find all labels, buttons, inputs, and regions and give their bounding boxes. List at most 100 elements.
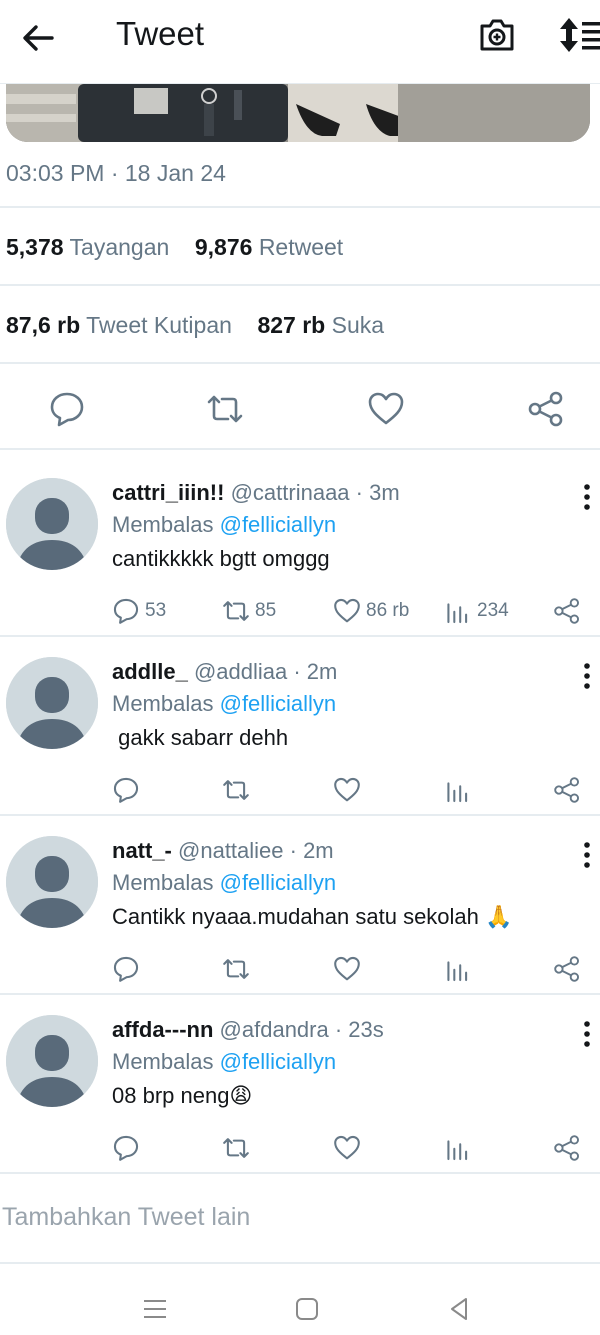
views-stat[interactable]: 5,378 Tayangan: [6, 234, 169, 260]
avatar[interactable]: [6, 836, 98, 928]
quotes-label: Tweet Kutipan: [86, 312, 232, 338]
reply-action-bar: [0, 1127, 600, 1167]
reply-icon[interactable]: [48, 390, 86, 428]
avatar[interactable]: [6, 478, 98, 570]
reply-author-name[interactable]: affda---nn: [112, 1017, 213, 1042]
retweet-icon: [223, 601, 249, 621]
retweet-icon: [223, 959, 249, 979]
reply-button[interactable]: 53: [112, 596, 166, 626]
mention-link[interactable]: @felliciallyn: [220, 870, 336, 895]
reply-button[interactable]: [112, 954, 140, 984]
reply-button[interactable]: [112, 1133, 140, 1163]
mention-link[interactable]: @fellicially​n: [220, 512, 336, 537]
replying-to: Membalas @felliciallyn: [112, 691, 336, 717]
reply-count: 53: [145, 600, 167, 621]
system-nav-bar: [0, 1262, 600, 1335]
analytics-bars-icon: [447, 961, 468, 982]
analytics-bars-icon: [447, 782, 468, 803]
reply-text: gakk sabarr dehh: [112, 725, 289, 750]
more-options-icon[interactable]: [576, 482, 598, 512]
analytics-bars-icon: [447, 603, 468, 624]
retweet-button[interactable]: [222, 775, 250, 805]
likes-stat[interactable]: 827 rb Suka: [257, 312, 384, 338]
divider: [0, 448, 600, 450]
divider: [0, 284, 600, 286]
views-button[interactable]: [444, 1133, 472, 1163]
reply-author-handle: @afdandra · 23s: [219, 1017, 384, 1042]
reply-action-bar: [0, 948, 600, 988]
reply-item[interactable]: cattri_iiin!! @cattrinaaa · 3m Membalas …: [0, 458, 600, 637]
sort-icon[interactable]: [558, 14, 600, 56]
replying-to: Membalas @fellicially​n: [112, 512, 336, 538]
replying-to: Membalas @felliciallyn: [112, 1049, 336, 1075]
share-button[interactable]: [553, 1133, 581, 1163]
back-arrow-icon[interactable]: [18, 18, 58, 58]
like-heart-icon[interactable]: [367, 390, 405, 428]
reply-icon: [113, 598, 139, 624]
reply-item[interactable]: addlle_ @addliaa · 2m Membalas @fellicia…: [0, 637, 600, 816]
add-tweet-input[interactable]: Tambahkan Tweet lain: [2, 1203, 250, 1232]
like-button[interactable]: [333, 954, 361, 984]
views-count: 234: [477, 600, 509, 621]
default-avatar-icon: [6, 478, 98, 570]
reply-author-name[interactable]: natt_-: [112, 838, 172, 863]
like-button[interactable]: 86 rb: [333, 596, 409, 626]
replying-to: Membalas @felliciallyn: [112, 870, 336, 896]
mention-link[interactable]: @felliciallyn: [220, 691, 336, 716]
like-heart-icon: [334, 956, 360, 981]
reply-author-name[interactable]: cattri_iiin!!: [112, 480, 224, 505]
quotes-stat[interactable]: 87,6 rb Tweet Kutipan: [6, 312, 232, 338]
retweet-icon[interactable]: [206, 390, 244, 428]
mention-link[interactable]: @felliciallyn: [220, 1049, 336, 1074]
more-options-icon[interactable]: [576, 661, 598, 691]
views-button[interactable]: 234: [444, 596, 509, 626]
more-options-icon[interactable]: [576, 1019, 598, 1049]
reply-button[interactable]: [112, 775, 140, 805]
top-app-bar: Tweet: [0, 0, 600, 84]
retweet-button[interactable]: [222, 1133, 250, 1163]
reply-icon: [113, 777, 139, 803]
retweets-stat[interactable]: 9,876 Retweet: [195, 234, 343, 260]
reply-item[interactable]: natt_- @nattaliee · 2m Membalas @fellici…: [0, 816, 600, 995]
retweet-button[interactable]: 85: [222, 596, 276, 626]
views-button[interactable]: [444, 775, 472, 805]
views-count: 5,378: [6, 234, 64, 260]
reply-header: affda---nn @afdandra · 23s: [112, 1017, 384, 1043]
tweet-media-image[interactable]: [6, 84, 590, 142]
home-icon[interactable]: [292, 1294, 322, 1324]
replying-to-prefix: Membalas: [112, 870, 214, 895]
reply-author-handle: @nattaliee · 2m: [178, 838, 334, 863]
default-avatar-icon: [6, 657, 98, 749]
quotes-count: 87,6 rb: [6, 312, 81, 338]
replying-to-prefix: Membalas: [112, 512, 214, 537]
recent-apps-icon[interactable]: [140, 1294, 170, 1324]
reply-author-handle: @cattrinaaa · 3m: [230, 480, 400, 505]
reply-action-bar: [0, 769, 600, 809]
avatar[interactable]: [6, 1015, 98, 1107]
like-button[interactable]: [333, 1133, 361, 1163]
nav-back-icon[interactable]: [444, 1294, 474, 1324]
stats-row-views: 5,378 Tayangan 9,876 Retweet: [6, 234, 343, 261]
likes-count: 827 rb: [257, 312, 326, 338]
like-button[interactable]: [333, 775, 361, 805]
views-button[interactable]: [444, 954, 472, 984]
retweet-button[interactable]: [222, 954, 250, 984]
share-button[interactable]: [553, 954, 581, 984]
share-icon[interactable]: [527, 390, 565, 428]
reply-item[interactable]: affda---nn @afdandra · 23s Membalas @fel…: [0, 995, 600, 1174]
tweet-timestamp: 03:03 PM · 18 Jan 24: [6, 160, 226, 186]
reply-author-name[interactable]: addlle_: [112, 659, 188, 684]
views-label: Tayangan: [69, 234, 170, 260]
divider: [0, 362, 600, 364]
share-button[interactable]: [553, 596, 581, 626]
reply-header: addlle_ @addliaa · 2m: [112, 659, 337, 685]
more-options-icon[interactable]: [576, 840, 598, 870]
avatar[interactable]: [6, 657, 98, 749]
likes-label: Suka: [331, 312, 385, 338]
like-count: 86 rb: [366, 600, 410, 621]
like-heart-icon: [334, 598, 360, 623]
share-icon: [554, 598, 580, 624]
camera-icon[interactable]: [476, 14, 518, 56]
share-button[interactable]: [553, 775, 581, 805]
like-heart-icon: [334, 777, 360, 802]
